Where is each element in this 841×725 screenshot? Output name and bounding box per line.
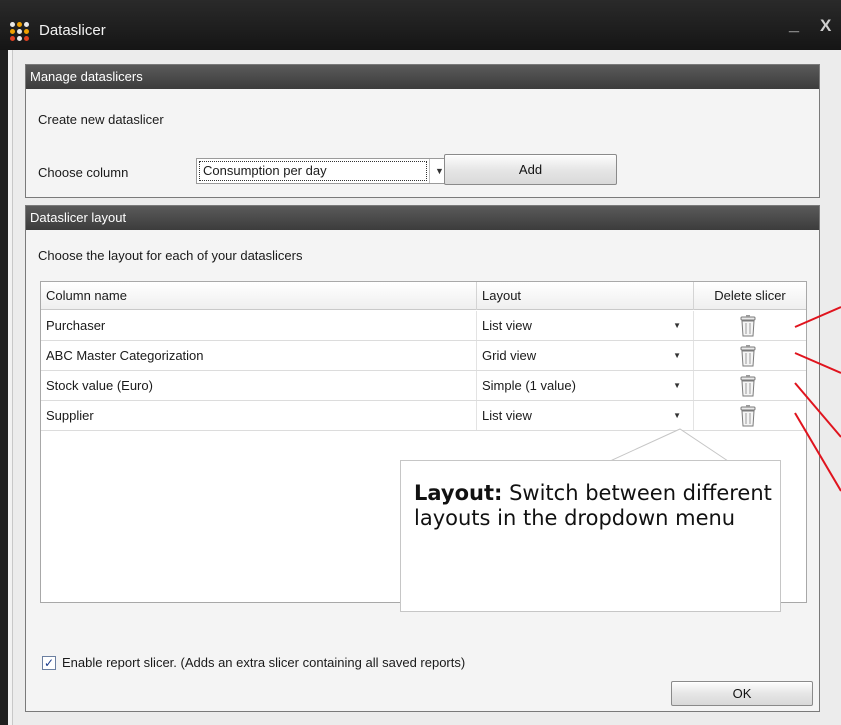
report-slicer-checkbox[interactable]: ✓ [42, 656, 56, 670]
column-header-layout[interactable]: Layout [477, 282, 694, 310]
slicer-name: Stock value (Euro) [41, 371, 477, 400]
layout-panel-header: Dataslicer layout [26, 206, 819, 230]
trash-icon[interactable] [738, 375, 758, 397]
dataslicer-window: Dataslicer _ X Manage dataslicers Create… [0, 0, 841, 725]
callout-text: Layout: Switch between different layouts… [414, 481, 774, 531]
dropdown-arrow-icon[interactable]: ▼ [673, 371, 681, 400]
add-button[interactable]: Add [444, 154, 617, 185]
layout-select-value: List view [482, 408, 532, 423]
slicer-name: Purchaser [41, 311, 477, 340]
layout-select[interactable]: Grid view ▼ [477, 341, 694, 370]
checkbox-check-icon: ✓ [43, 656, 55, 670]
create-new-label: Create new dataslicer [38, 112, 164, 127]
trash-icon[interactable] [738, 405, 758, 427]
window-left-edge [0, 50, 13, 725]
window-title: Dataslicer [39, 22, 106, 39]
choose-column-label: Choose column [38, 165, 129, 180]
layout-select[interactable]: List view ▼ [477, 311, 694, 340]
app-grid-icon [9, 21, 29, 41]
trash-icon[interactable] [738, 315, 758, 337]
dropdown-arrow-icon[interactable]: ▼ [673, 341, 681, 370]
callout-bold: Layout: [414, 481, 503, 505]
slicer-name: ABC Master Categorization [41, 341, 477, 370]
table-header: Column name Layout Delete slicer [41, 282, 806, 310]
report-slicer-label[interactable]: Enable report slicer. (Adds an extra sli… [62, 655, 465, 670]
column-select[interactable]: Consumption per day ▼ [196, 158, 450, 184]
layout-select[interactable]: List view ▼ [477, 401, 694, 430]
table-row: Purchaser List view ▼ [41, 311, 806, 341]
table-row: ABC Master Categorization Grid view ▼ [41, 341, 806, 371]
dropdown-arrow-icon[interactable]: ▼ [673, 401, 681, 430]
column-header-name[interactable]: Column name [41, 282, 477, 310]
table-row: Supplier List view ▼ [41, 401, 806, 431]
close-button[interactable]: X [820, 16, 831, 36]
annotation-lines [794, 306, 841, 492]
layout-select[interactable]: Simple (1 value) ▼ [477, 371, 694, 400]
layout-select-value: Grid view [482, 348, 537, 363]
title-bar: Dataslicer _ X [0, 0, 841, 50]
callout-pointer [610, 428, 730, 462]
minimize-button[interactable]: _ [789, 14, 799, 35]
column-select-value: Consumption per day [199, 161, 427, 181]
layout-callout: Layout: Switch between different layouts… [400, 460, 781, 612]
layout-instruction: Choose the layout for each of your datas… [38, 248, 303, 263]
trash-icon[interactable] [738, 345, 758, 367]
manage-panel-header: Manage dataslicers [26, 65, 819, 89]
dropdown-arrow-icon[interactable]: ▼ [673, 311, 681, 340]
slicer-name: Supplier [41, 401, 477, 430]
layout-select-value: List view [482, 318, 532, 333]
layout-select-value: Simple (1 value) [482, 378, 576, 393]
ok-button[interactable]: OK [671, 681, 813, 706]
table-row: Stock value (Euro) Simple (1 value) ▼ [41, 371, 806, 401]
